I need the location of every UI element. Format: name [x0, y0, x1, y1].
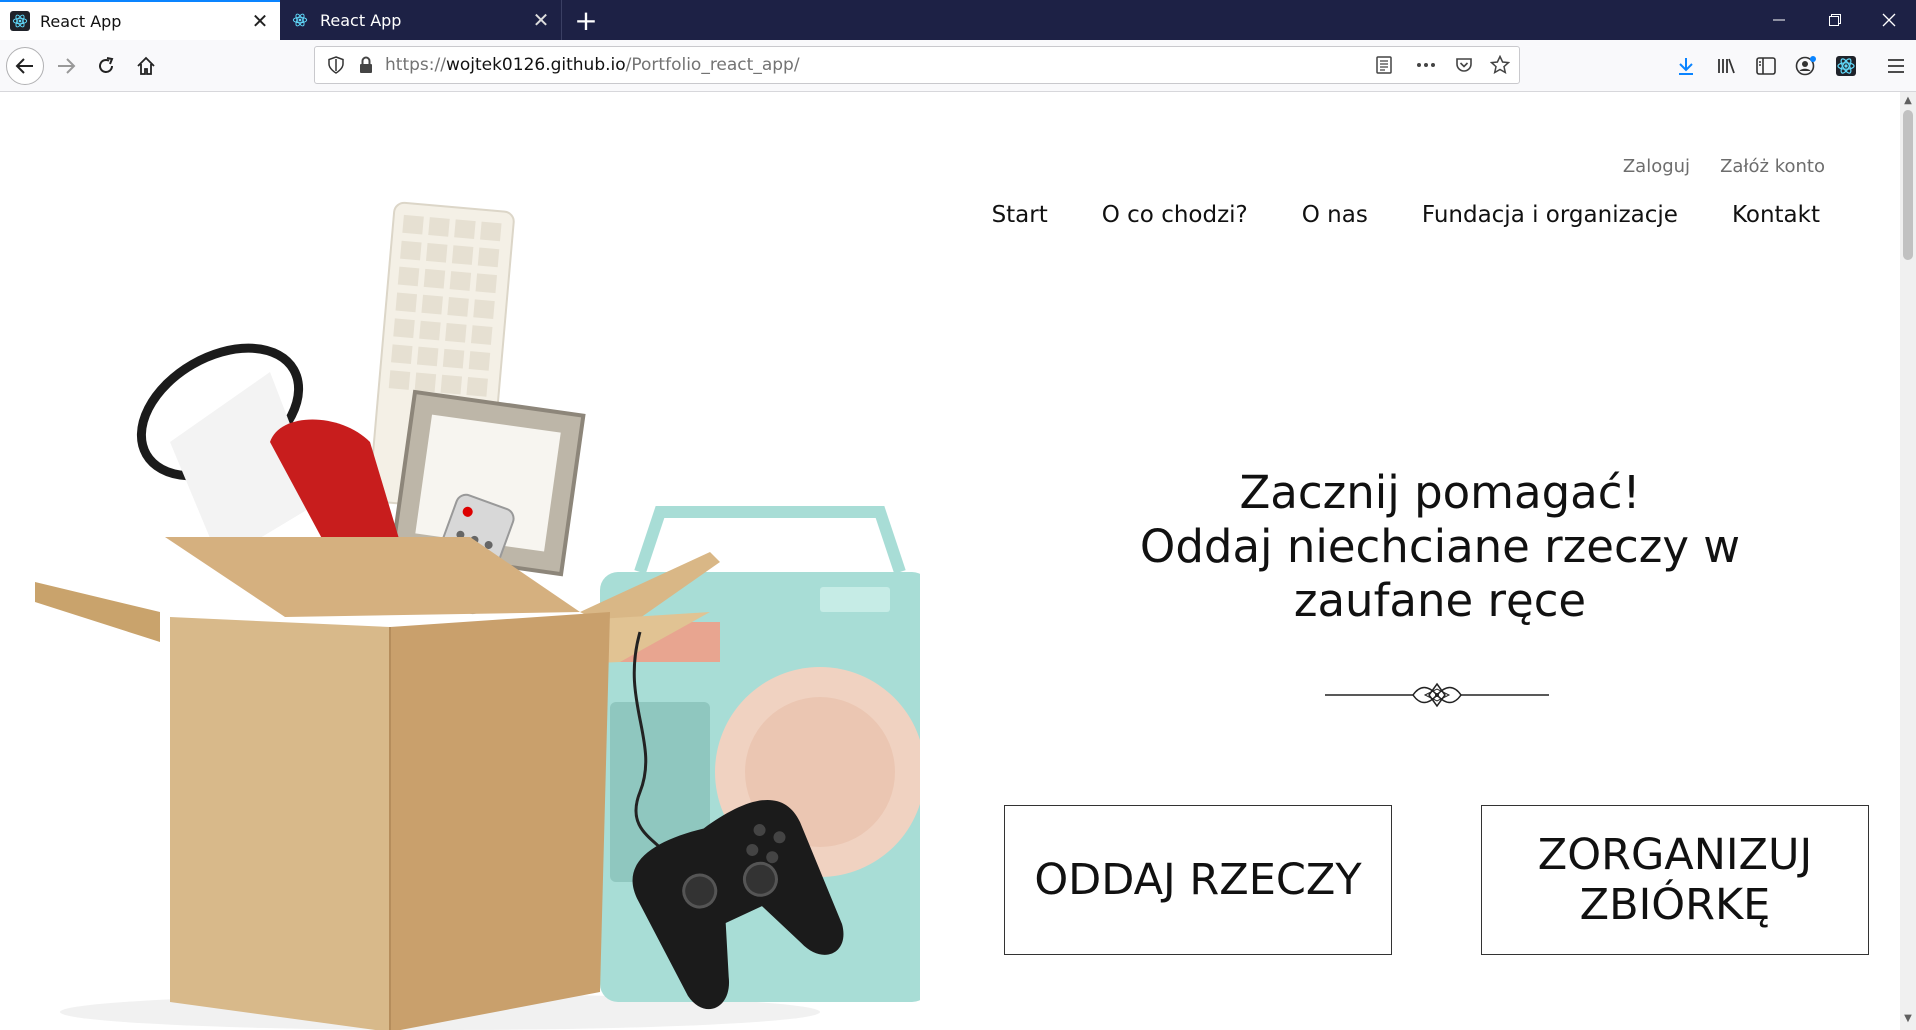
- tab-bar: React App ✕ React App ✕ +: [0, 0, 1916, 40]
- restore-icon[interactable]: [1812, 0, 1858, 40]
- close-tab-icon[interactable]: ✕: [527, 6, 555, 34]
- url-text[interactable]: https://wojtek0126.github.io/Portfolio_r…: [385, 47, 800, 83]
- library-icon[interactable]: [1708, 48, 1744, 84]
- auth-links: Zaloguj Załóż konto: [1623, 156, 1825, 177]
- reload-icon[interactable]: [88, 48, 124, 84]
- reader-view-icon[interactable]: [1369, 50, 1399, 80]
- menu-hamburger-icon[interactable]: [1878, 48, 1914, 84]
- give-items-button[interactable]: ODDAJ RZECZY: [1004, 805, 1392, 955]
- react-devtools-icon[interactable]: [1828, 48, 1864, 84]
- register-link[interactable]: Załóż konto: [1720, 156, 1825, 177]
- tab-title: React App: [40, 11, 122, 31]
- more-actions-icon[interactable]: [1411, 50, 1441, 80]
- new-tab-icon[interactable]: +: [570, 4, 602, 37]
- url-path: /Portfolio_react_app/: [625, 55, 800, 75]
- organize-label-line: ZORGANIZUJ: [1537, 830, 1813, 880]
- headline-line: zaufane ręce: [1293, 574, 1587, 627]
- react-icon: [10, 11, 30, 31]
- vertical-scrollbar[interactable]: ▲ ▼: [1900, 92, 1916, 1030]
- navigation-toolbar: https://wojtek0126.github.io/Portfolio_r…: [0, 40, 1916, 92]
- tab-react-app[interactable]: React App ✕: [280, 0, 562, 40]
- scrollbar-thumb[interactable]: [1903, 110, 1913, 260]
- organize-collection-button[interactable]: ZORGANIZUJ ZBIÓRKĘ: [1481, 805, 1869, 955]
- ornament-divider-icon: [1325, 682, 1549, 708]
- nav-item-start[interactable]: Start: [992, 202, 1048, 228]
- hero-photo-box-of-items: [35, 201, 920, 1030]
- nav-item-about-idea[interactable]: O co chodzi?: [1102, 202, 1248, 228]
- headline-line: Zacznij pomagać!: [1239, 466, 1641, 519]
- home-icon[interactable]: [128, 48, 164, 84]
- tracking-shield-icon[interactable]: [321, 50, 351, 80]
- lock-icon[interactable]: [351, 50, 381, 80]
- tab-react-app-active[interactable]: React App ✕: [0, 0, 280, 40]
- close-tab-icon[interactable]: ✕: [246, 7, 274, 35]
- pocket-icon[interactable]: [1449, 50, 1479, 80]
- react-icon: [290, 10, 310, 30]
- bookmark-star-icon[interactable]: [1485, 50, 1515, 80]
- nav-item-contact[interactable]: Kontakt: [1732, 202, 1820, 228]
- organize-collection-label: ZORGANIZUJ ZBIÓRKĘ: [1538, 830, 1812, 930]
- headline-line: Oddaj niechciane rzeczy w: [1139, 520, 1741, 573]
- scroll-down-icon[interactable]: ▼: [1903, 1014, 1913, 1024]
- back-arrow-icon[interactable]: [6, 47, 44, 85]
- nav-item-foundations[interactable]: Fundacja i organizacje: [1422, 202, 1678, 228]
- download-icon[interactable]: [1668, 48, 1704, 84]
- sidebar-icon[interactable]: [1748, 48, 1784, 84]
- login-link[interactable]: Zaloguj: [1623, 156, 1690, 177]
- hero-headline: Zacznij pomagać! Oddaj niechciane rzeczy…: [1100, 466, 1780, 628]
- page-viewport: Zaloguj Załóż konto Start O co chodzi? O…: [0, 92, 1900, 1030]
- account-icon[interactable]: [1788, 48, 1824, 84]
- nav-item-about-us[interactable]: O nas: [1302, 202, 1368, 228]
- forward-arrow-icon[interactable]: [48, 48, 84, 84]
- url-host: wojtek0126.github.io: [445, 55, 626, 75]
- address-bar[interactable]: https://wojtek0126.github.io/Portfolio_r…: [314, 46, 1520, 84]
- main-navigation: Start O co chodzi? O nas Fundacja i orga…: [992, 202, 1820, 228]
- organize-label-line: ZBIÓRKĘ: [1579, 880, 1771, 930]
- scroll-up-icon[interactable]: ▲: [1903, 96, 1913, 106]
- minimize-icon[interactable]: [1756, 0, 1802, 40]
- close-window-icon[interactable]: [1866, 0, 1912, 40]
- url-scheme: https://: [385, 55, 446, 75]
- tab-title: React App: [320, 10, 402, 30]
- give-items-label: ODDAJ RZECZY: [1034, 855, 1362, 905]
